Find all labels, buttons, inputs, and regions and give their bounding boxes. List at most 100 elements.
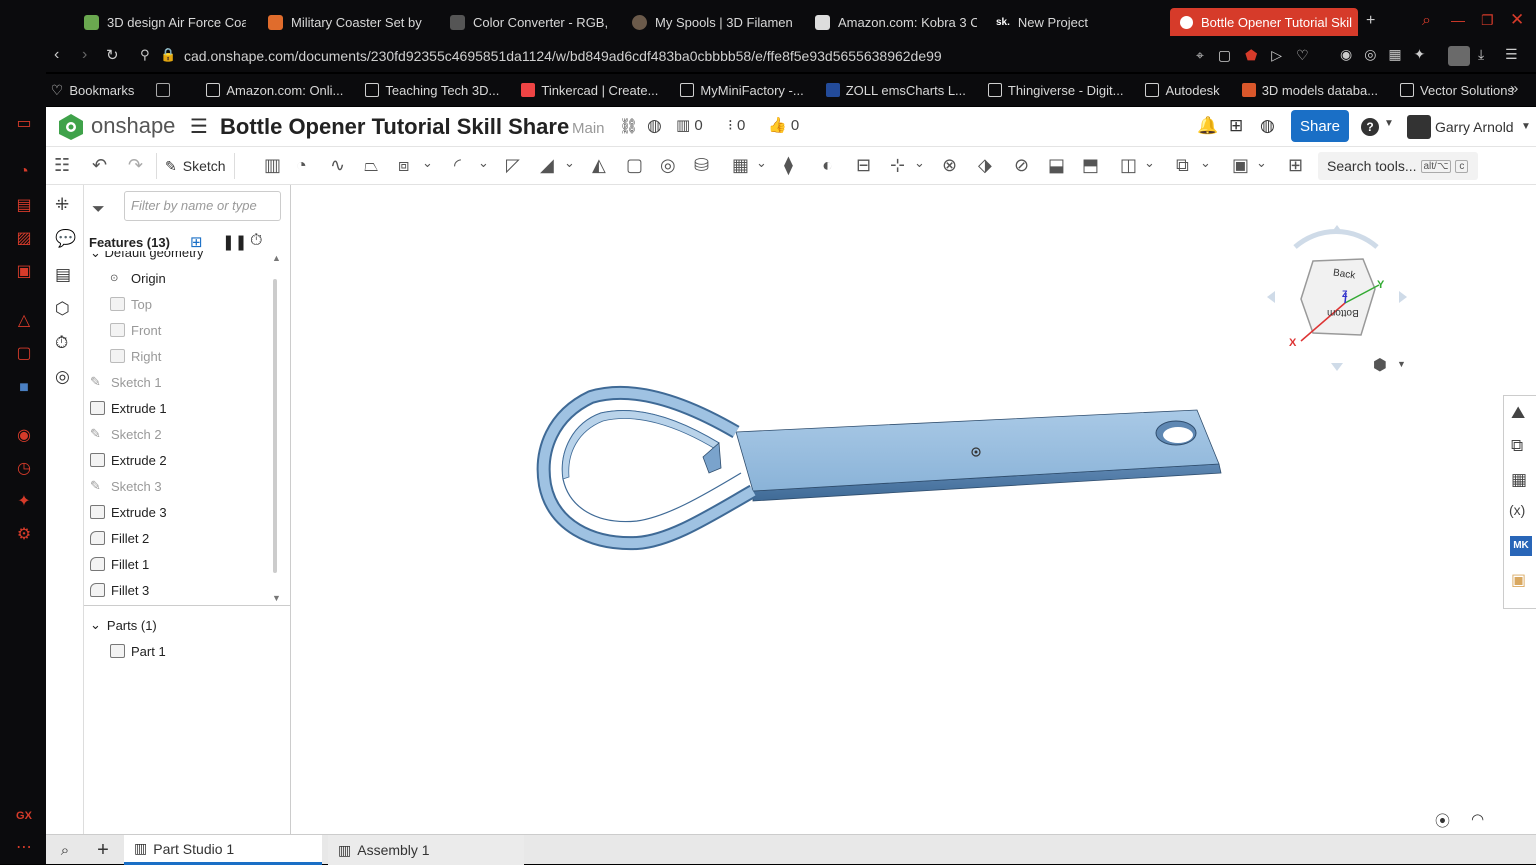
chevron-down-icon[interactable]: ⌄: [422, 155, 444, 177]
chevron-down-icon[interactable]: ⌄: [914, 155, 936, 177]
main-menu-icon[interactable]: ☰: [190, 114, 208, 139]
browser-tab[interactable]: 3D design Air Force Coa: [84, 8, 246, 36]
bookmark-item[interactable]: MyMiniFactory -...: [680, 83, 804, 98]
versions-counter[interactable]: ▥ 0: [676, 116, 703, 134]
configurations-icon[interactable]: ⬡: [55, 299, 70, 319]
filter-icon[interactable]: ⏷: [92, 201, 105, 219]
chevron-down-icon[interactable]: ⌄: [1144, 155, 1166, 177]
player-icon[interactable]: ◉: [14, 426, 34, 446]
bookmark-item[interactable]: 3D models databa...: [1241, 83, 1378, 98]
maximize-icon[interactable]: ❐: [1481, 12, 1494, 29]
close-window-icon[interactable]: ✕: [1510, 10, 1524, 30]
boolean-icon[interactable]: ◐: [822, 155, 844, 177]
feature-item[interactable]: Right: [110, 343, 161, 369]
thicken-icon[interactable]: ⧈: [398, 155, 420, 177]
more-icon[interactable]: ⋯: [14, 838, 34, 858]
notes-icon[interactable]: ▤: [55, 265, 71, 285]
bookmark-item[interactable]: Thingiverse - Digit...: [987, 83, 1123, 98]
feature-item[interactable]: Fillet 3: [90, 577, 149, 603]
part-item[interactable]: Part 1: [110, 638, 166, 664]
mass-properties-icon[interactable]: ▦: [1511, 470, 1527, 490]
mirror-icon[interactable]: ⧫: [784, 155, 806, 177]
app-store-icon[interactable]: ⊞: [1229, 116, 1243, 136]
display-mode-icon[interactable]: ◠: [1471, 810, 1484, 828]
address-actions[interactable]: ⌖▢⬟▷♡: [1196, 47, 1323, 64]
feature-item[interactable]: ⊙ Origin: [110, 265, 166, 291]
tab-assembly[interactable]: ▥ Assembly 1: [328, 835, 524, 865]
branch-label[interactable]: Main: [572, 120, 605, 137]
new-tab-button[interactable]: +: [1366, 12, 1375, 30]
chevron-down-icon[interactable]: ⌄: [564, 155, 586, 177]
redo-icon[interactable]: ↷: [128, 155, 150, 177]
bookmark-item[interactable]: ♡ Bookmarks: [51, 82, 135, 99]
transform-icon[interactable]: ⊹: [890, 155, 912, 177]
back-icon[interactable]: ‹: [54, 46, 59, 64]
chevron-down-icon[interactable]: ⌄: [1200, 155, 1222, 177]
cylinder-icon[interactable]: ⛁: [694, 155, 716, 177]
rib-icon[interactable]: ◭: [592, 155, 614, 177]
feature-list-toggle-icon[interactable]: ☷: [54, 155, 76, 177]
user-name[interactable]: Garry Arnold: [1435, 119, 1514, 135]
site-info-icon[interactable]: ⚲: [140, 47, 150, 63]
mate-connector-icon[interactable]: ⧉: [1176, 155, 1198, 177]
search-tabs-icon[interactable]: ⌕: [1422, 12, 1431, 30]
viewcube-bottom-label[interactable]: Bottom: [1327, 307, 1359, 318]
gx-label[interactable]: GX: [14, 806, 34, 826]
extension-icons[interactable]: ◉◎▦✦: [1340, 46, 1437, 63]
sketch-button[interactable]: ✎ Sketch: [156, 153, 235, 179]
extensions-icon[interactable]: ✦: [14, 492, 34, 512]
view-cube[interactable]: Back Bottom X Y Z: [1265, 223, 1409, 373]
document-title[interactable]: Bottle Opener Tutorial Skill Share: [220, 114, 569, 140]
app-icon[interactable]: △: [14, 311, 34, 331]
box-icon[interactable]: ▣: [1511, 570, 1526, 590]
minimize-icon[interactable]: —: [1451, 12, 1465, 28]
twitch-icon[interactable]: ▢: [14, 344, 34, 364]
reload-icon[interactable]: ↻: [106, 46, 119, 64]
comments-icon[interactable]: 💬: [55, 229, 76, 249]
learning-center-icon[interactable]: ◍: [1260, 116, 1275, 136]
bookmark-item[interactable]: Teaching Tech 3D...: [365, 83, 499, 98]
sheet-metal-icon[interactable]: ▣: [1232, 155, 1254, 177]
graphics-viewport[interactable]: Back Bottom X Y Z ⬢ ▼ ⦿ ◠: [291, 185, 1503, 834]
menu-icon[interactable]: ☰: [1505, 46, 1518, 63]
public-globe-icon[interactable]: ◍: [647, 116, 662, 136]
chevron-down-icon[interactable]: ▼: [1384, 118, 1394, 129]
tab-part-studio[interactable]: ▥ Part Studio 1: [124, 835, 322, 865]
store-icon[interactable]: ▤: [14, 196, 34, 216]
rollback-timer-icon[interactable]: ⏱: [250, 232, 262, 250]
feature-item[interactable]: Front: [110, 317, 161, 343]
chevron-down-icon[interactable]: ⌄: [478, 155, 500, 177]
onshape-logo-icon[interactable]: [58, 113, 84, 141]
settings-icon[interactable]: ⚙: [14, 525, 34, 545]
fillet-icon[interactable]: ◜: [454, 155, 476, 177]
offset-icon[interactable]: ⬓: [1048, 155, 1070, 177]
sweep-icon[interactable]: ∿: [330, 155, 352, 177]
draft-icon[interactable]: ◢: [540, 155, 562, 177]
add-custom-icon[interactable]: ⊞: [1288, 155, 1310, 177]
insert-icon[interactable]: ⁜: [55, 195, 69, 215]
bookmark-item[interactable]: ZOLL emsCharts L...: [825, 83, 966, 98]
view-mode-cube-icon[interactable]: ⬢: [1373, 355, 1387, 375]
notifications-bell-icon[interactable]: 🔔: [1197, 116, 1218, 136]
search-tools-input[interactable]: Search tools... alt/⌥ c: [1318, 152, 1478, 180]
variables-icon[interactable]: (x): [1509, 502, 1525, 518]
help-icon[interactable]: ?: [1361, 118, 1379, 136]
chevron-down-icon[interactable]: ⌄: [756, 155, 778, 177]
bookmark-item[interactable]: [156, 83, 184, 97]
history-icon[interactable]: ◷: [14, 459, 34, 479]
app2-icon[interactable]: ■: [14, 378, 34, 398]
bookmark-item[interactable]: Autodesk: [1145, 83, 1220, 98]
bookmark-item[interactable]: Vector Solutions: [1400, 83, 1514, 98]
feature-item[interactable]: ✎ Sketch 2: [90, 421, 162, 447]
link-icon[interactable]: ⛓: [619, 117, 638, 135]
parts-header[interactable]: ⌄ Parts (1): [90, 612, 157, 638]
loft-icon[interactable]: ⏢: [364, 155, 386, 177]
feature-item[interactable]: Extrude 2: [90, 447, 167, 473]
bookmark-item[interactable]: Tinkercad | Create...: [521, 83, 658, 98]
feature-item[interactable]: ✎ Sketch 3: [90, 473, 162, 499]
pattern-icon[interactable]: ▨: [14, 229, 34, 249]
delete-part-icon[interactable]: ⊗: [942, 155, 964, 177]
chevron-down-icon[interactable]: ▼: [1397, 359, 1406, 369]
chevron-down-icon[interactable]: ▼: [1521, 121, 1531, 132]
bookmark-item[interactable]: Amazon.com: Onli...: [206, 83, 343, 98]
